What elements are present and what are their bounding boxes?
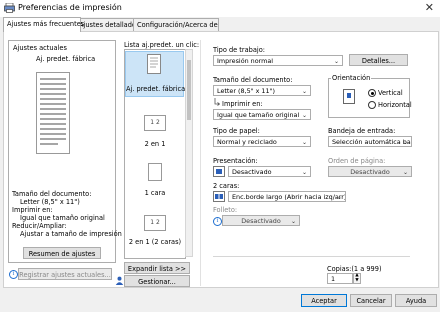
details-button[interactable]: Detalles... (349, 54, 408, 66)
title-bar: Preferencias de impresión ✕ (0, 0, 440, 17)
summary-line: Igual que tamaño original (20, 214, 105, 222)
preset-list-heading: Lista aj.predet. un clic: (124, 41, 200, 49)
copies-stepper[interactable]: ▲ ▼ (353, 273, 361, 284)
chevron-down-icon[interactable]: ▼ (354, 278, 360, 284)
paper-type-select[interactable]: Normal y reciclado ⌄ (213, 136, 311, 147)
summary-line: Ajustar a tamaño de impresión (20, 230, 122, 238)
booklet-select[interactable]: Desactivado ⌄ (222, 215, 300, 226)
input-tray-select[interactable]: Selección automática bandeja⌄ (328, 136, 412, 147)
select-value: Normal y reciclado (217, 138, 277, 146)
preset-thumbnail-2in1-duplex: 1 2 (144, 215, 166, 231)
summary-line: Imprimir en: (12, 206, 53, 214)
preset-list[interactable]: Aj. predet. fábrica 1 2 2 en 1 1 cara 1 … (124, 49, 186, 259)
preset-scrollbar[interactable] (185, 49, 193, 257)
orientation-group (328, 78, 410, 118)
copies-value: 1 (331, 275, 336, 283)
current-settings-heading: Ajustes actuales (13, 44, 67, 52)
preset-label: 2 en 1 (144, 140, 166, 148)
arrow-down-right-icon (214, 98, 221, 106)
presentation-label: Presentación: (213, 157, 258, 165)
duplex-icon (213, 191, 225, 202)
current-preset-name: Aj. predet. fábrica (36, 55, 96, 63)
chevron-down-icon: ⌄ (336, 194, 342, 201)
select-value: Letter (8,5" x 11") (217, 87, 275, 95)
preset-item-1-side[interactable]: 1 cara (125, 159, 185, 199)
select-value: Enc.borde largo (Abrir hacia izq/arr) (232, 193, 346, 201)
copies-input[interactable]: 1 (327, 273, 353, 284)
preset-item-2in1-duplex[interactable]: 1 2 2 en 1 (2 caras) (125, 208, 185, 252)
orientation-vertical-radio[interactable] (368, 89, 376, 97)
booklet-label: Folleto: (213, 206, 238, 214)
chevron-down-icon: ⌄ (301, 88, 307, 95)
chevron-down-icon: ⌄ (301, 112, 307, 119)
orientation-vertical-label: Vertical (378, 89, 403, 97)
info-icon: i (9, 270, 18, 279)
summary-line: Letter (8,5" x 11") (20, 198, 80, 206)
vertical-divider (200, 40, 201, 286)
scrollbar-thumb[interactable] (187, 60, 191, 120)
preset-item-2in1[interactable]: 1 2 2 en 1 (125, 112, 185, 152)
page-order-select[interactable]: Desactivado ⌄ (328, 166, 412, 177)
chevron-down-icon: ⌄ (402, 139, 408, 146)
input-tray-label: Bandeja de entrada: (328, 127, 396, 135)
orientation-horizontal-radio[interactable] (368, 101, 376, 109)
preset-label: 1 cara (144, 189, 166, 197)
document-size-label: Tamaño del documento: (213, 76, 293, 84)
select-value: Igual que tamaño original (217, 111, 300, 119)
chevron-down-icon: ⌄ (301, 139, 307, 146)
preset-label: Aj. predet. fábrica (126, 85, 186, 93)
tab-detailed[interactable]: Ajustes detallados (75, 18, 139, 32)
tab-configuration[interactable]: Configuración/Acerca de (133, 18, 219, 32)
section-divider (213, 256, 410, 257)
user-icon (115, 276, 124, 285)
orientation-label: Orientación (331, 74, 372, 82)
presentation-select[interactable]: Desactivado ⌄ (228, 166, 311, 177)
job-type-label: Tipo de trabajo: (213, 46, 265, 54)
duplex-select[interactable]: Enc.borde largo (Abrir hacia izq/arr) ⌄ (228, 191, 346, 202)
preset-thumbnail-2in1: 1 2 (144, 115, 166, 131)
ok-button[interactable]: Aceptar (301, 294, 347, 307)
page-order-label: Orden de página: (328, 157, 386, 165)
preset-thumbnail (147, 54, 161, 76)
preset-thumbnail (148, 163, 162, 181)
copies-label: Copias:(1 a 999) (327, 265, 382, 273)
close-icon[interactable]: ✕ (425, 1, 434, 14)
print-on-select[interactable]: Igual que tamaño original ⌄ (213, 109, 311, 120)
select-value: Desactivado (232, 168, 272, 176)
summary-line: Tamaño del documento: (12, 190, 92, 198)
select-value: Selección automática bandeja (332, 138, 411, 146)
chevron-down-icon: ⌄ (402, 169, 408, 176)
info-icon: i (213, 217, 222, 226)
paper-type-label: Tipo de papel: (213, 127, 260, 135)
select-value: Impresión normal (217, 57, 274, 65)
tab-frequent[interactable]: Ajustes más frecuentes (3, 17, 84, 32)
preset-item-factory-default[interactable]: Aj. predet. fábrica (125, 51, 186, 97)
document-preview (36, 72, 70, 156)
presentation-icon (213, 166, 225, 177)
chevron-down-icon: ⌄ (333, 58, 339, 65)
cancel-button[interactable]: Cancelar (350, 294, 392, 307)
select-value: Desactivado (350, 168, 390, 176)
duplex-label: 2 caras: (213, 182, 240, 190)
job-type-select[interactable]: Impresión normal ⌄ (213, 55, 343, 66)
manage-button[interactable]: Gestionar... (124, 275, 190, 287)
expand-list-button[interactable]: Expandir lista >> (124, 262, 190, 274)
window-title: Preferencias de impresión (18, 3, 122, 12)
portrait-page-icon (343, 89, 355, 106)
help-button[interactable]: Ayuda (395, 294, 437, 307)
chevron-down-icon: ⌄ (290, 218, 296, 225)
select-value: Desactivado (241, 217, 281, 225)
orientation-horizontal-label: Horizontal (378, 101, 412, 109)
chevron-down-icon: ⌄ (301, 169, 307, 176)
register-settings-button[interactable]: Registrar ajustes actuales... (18, 268, 112, 280)
document-size-select[interactable]: Letter (8,5" x 11") ⌄ (213, 85, 311, 96)
settings-summary-button[interactable]: Resumen de ajustes (23, 247, 101, 259)
summary-line: Reducir/Ampliar: (12, 222, 67, 230)
printer-icon (4, 2, 15, 13)
preset-label: 2 en 1 (2 caras) (128, 238, 182, 246)
print-on-label: Imprimir en: (222, 100, 263, 108)
